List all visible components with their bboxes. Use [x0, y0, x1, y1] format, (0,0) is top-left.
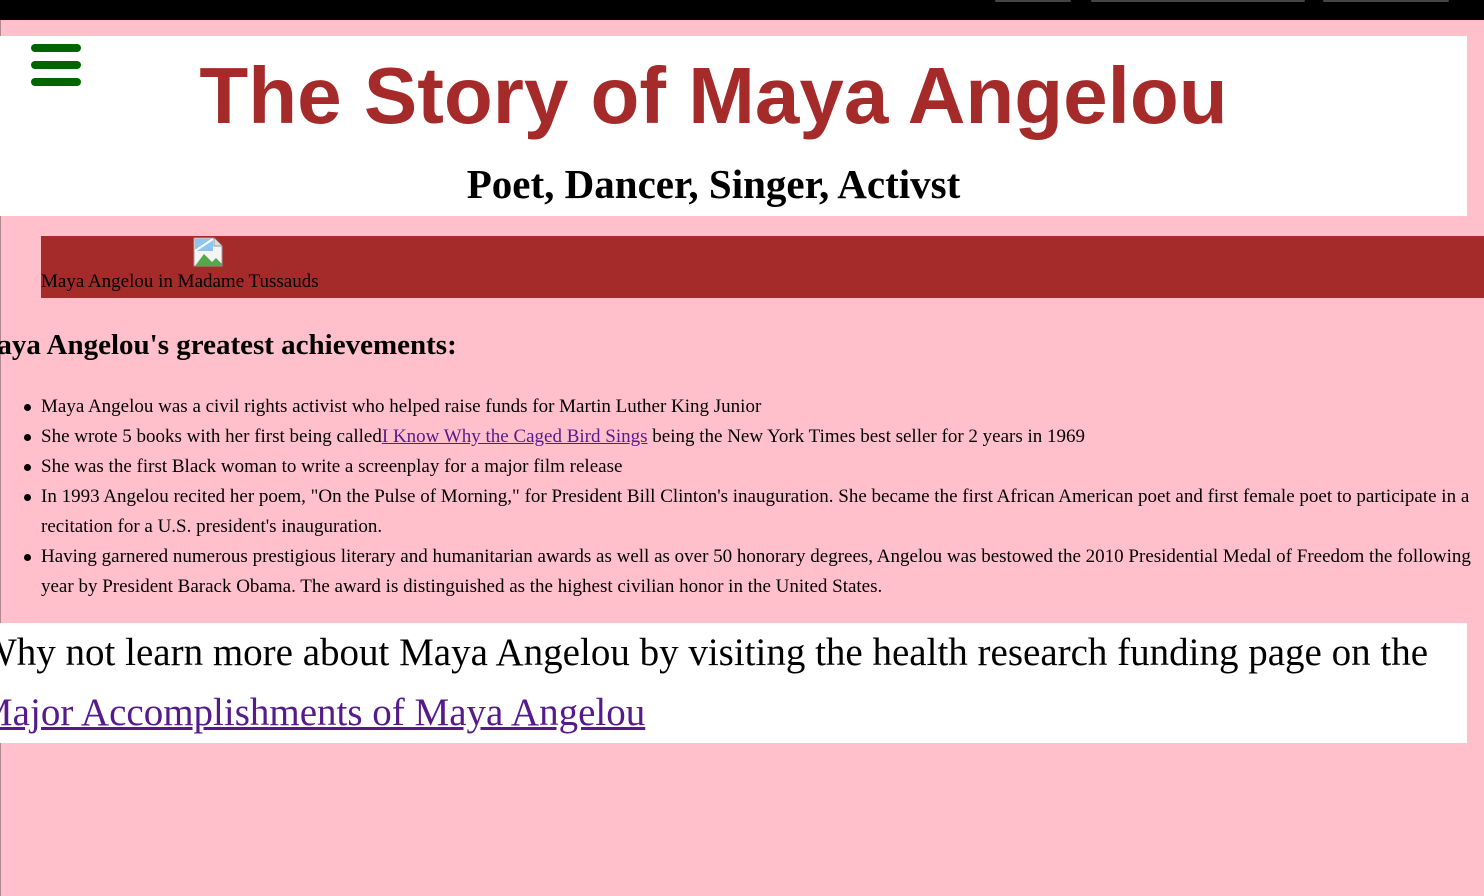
toolbar-button[interactable]	[1323, 0, 1449, 2]
achievements-heading: Maya Angelou's greatest achievements:	[0, 329, 457, 361]
page-header: The Story of Maya Angelou Poet, Dancer, …	[0, 36, 1467, 216]
list-item: Having garnered numerous prestigious lit…	[24, 542, 1471, 602]
page-title: The Story of Maya Angelou	[199, 51, 1228, 140]
achievement-text: being the New York Times best seller for…	[647, 426, 1086, 447]
achievements-list: Maya Angelou was a civil rights activist…	[24, 392, 1471, 602]
browser-top-bar	[0, 0, 1484, 20]
page-subtitle: Poet, Dancer, Singer, Activst	[466, 161, 961, 207]
list-item: She wrote 5 books with her first being c…	[24, 422, 1471, 452]
learn-more-text: Why not learn more about Maya Angelou by…	[0, 631, 1429, 674]
toolbar-button[interactable]	[1091, 0, 1305, 2]
toolbar-button[interactable]	[995, 0, 1071, 2]
caged-bird-link[interactable]: I Know Why the Caged Bird Sings	[382, 426, 648, 447]
accomplishments-link[interactable]: Major Accomplishments of Maya Angelou	[0, 689, 645, 737]
list-item: Maya Angelou was a civil rights activist…	[24, 392, 1471, 422]
portrait-figure: Maya Angelou in Madame Tussauds	[41, 236, 1484, 298]
learn-more-section: Why not learn more about Maya Angelou by…	[0, 623, 1467, 743]
achievement-text: Maya Angelou was a civil rights activist…	[41, 396, 762, 417]
achievement-text: In 1993 Angelou recited her poem, "On th…	[41, 486, 1470, 537]
list-item: She was the first Black woman to write a…	[24, 452, 1471, 482]
achievement-text: She was the first Black woman to write a…	[41, 456, 623, 477]
list-item: In 1993 Angelou recited her poem, "On th…	[24, 482, 1471, 542]
achievement-text: Having garnered numerous prestigious lit…	[41, 546, 1471, 597]
broken-image-icon	[193, 237, 223, 267]
portrait-caption: Maya Angelou in Madame Tussauds	[41, 271, 319, 292]
achievement-text: She wrote 5 books with her first being c…	[41, 426, 382, 447]
